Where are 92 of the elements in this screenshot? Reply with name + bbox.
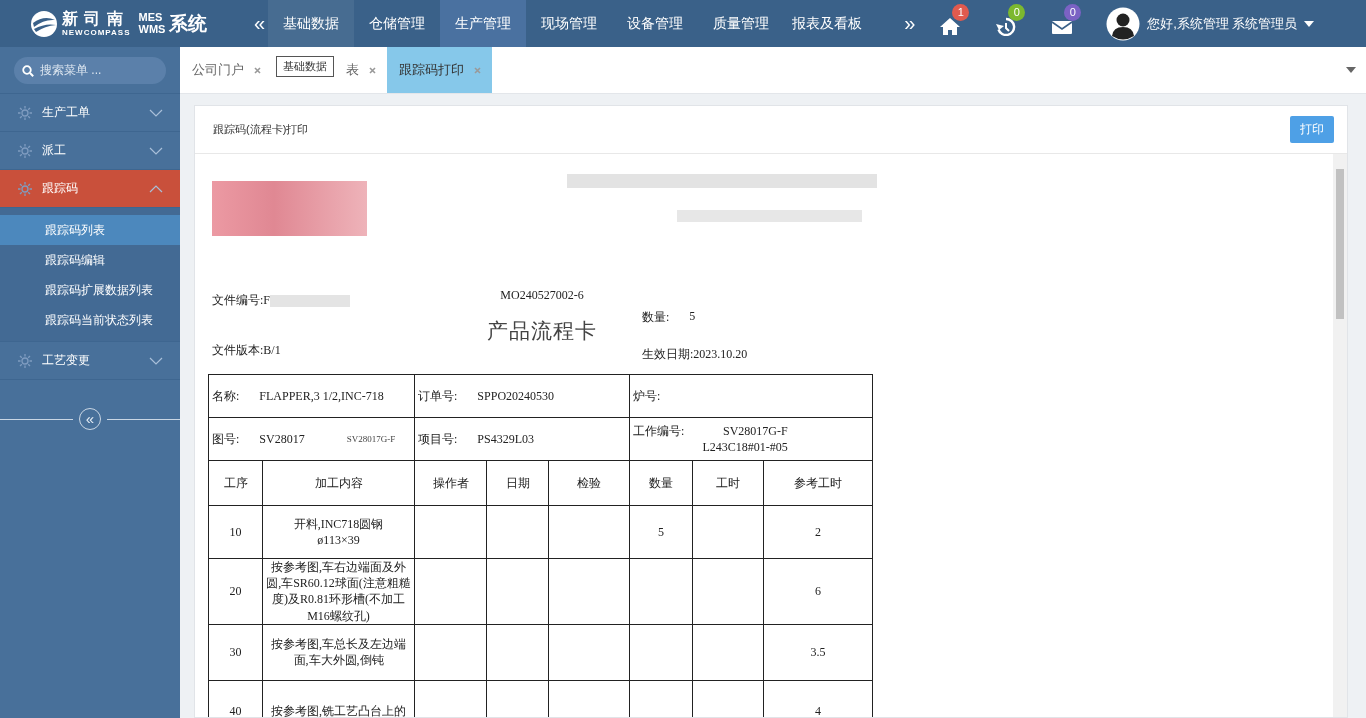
field-label: 名称:	[212, 387, 240, 405]
quantity-value: 5	[689, 309, 696, 325]
sidebar-item-label: 工艺变更	[42, 352, 91, 369]
user-name[interactable]: 您好,系统管理 系统管理员	[1147, 14, 1298, 33]
table-cell: 10	[208, 505, 263, 559]
table-cell: 按参考图,车总长及左边端面,车大外圆,倒钝	[262, 624, 415, 681]
nav-menu-item[interactable]: 现场管理	[526, 0, 613, 47]
gear-icon	[17, 142, 33, 159]
logo-subtitle: NEWCOMPASS	[62, 28, 131, 37]
gear-icon	[17, 104, 33, 121]
history-icon[interactable]	[995, 15, 1018, 36]
nav-menu-item[interactable]: 仓储管理	[354, 0, 441, 47]
column-header: 数量	[629, 460, 693, 506]
sidebar-subitem[interactable]: 跟踪码扩展数据列表	[0, 275, 180, 305]
tab-label: 跟踪码打印	[399, 61, 464, 79]
scroll-left-button[interactable]: «	[248, 0, 269, 47]
scroll-right-button[interactable]: »	[898, 0, 919, 47]
table-cell: 按参考图,车右边端面及外圆,车SR60.12球面(注意粗糙度)及R0.81环形槽(不加工M16螺纹孔)	[262, 558, 415, 625]
count-badge: 0	[1008, 4, 1026, 21]
sidebar-item-label: 跟踪码	[42, 180, 79, 197]
logo-text: MES	[138, 11, 164, 24]
chevron-down-icon	[149, 146, 163, 155]
field-value: SV28017G-F	[346, 432, 396, 446]
table-cell: 30	[208, 624, 263, 681]
search-field[interactable]: 搜索菜单 ...	[14, 56, 166, 84]
table-cell: 3.5	[763, 624, 873, 681]
logo-text: WMS	[138, 23, 166, 36]
field-label: 订单号:	[418, 387, 458, 405]
tab-label: 表	[346, 61, 359, 79]
gear-icon	[17, 180, 33, 197]
table-cell: 40	[208, 680, 263, 717]
logo-icon	[30, 9, 58, 38]
table-cell: 20	[208, 558, 263, 625]
nav-menu-item[interactable]: 生产管理	[440, 0, 527, 47]
home-icon[interactable]	[939, 15, 962, 36]
nav-menu-item[interactable]: 质量管理	[698, 0, 785, 47]
tab[interactable]: 跟踪码打印	[387, 47, 492, 93]
field-label: 工作编号:	[633, 422, 685, 439]
column-header: 检验	[548, 460, 630, 506]
nav-menu-item[interactable]: 基础数据	[268, 0, 355, 47]
column-header: 加工内容	[262, 460, 415, 506]
order-code: MO240527002-6	[500, 288, 584, 303]
field-label: 图号:	[212, 430, 240, 448]
tooltip: 基础数据	[276, 56, 334, 77]
column-header: 日期	[486, 460, 549, 506]
logo-text: 系统	[169, 11, 208, 36]
logo-text: 新 司 南	[62, 10, 125, 27]
count-badge: 0	[1064, 4, 1082, 21]
column-header: 参考工时	[763, 460, 873, 506]
sidebar-subitem[interactable]: 跟踪码当前状态列表	[0, 305, 180, 335]
tab-label: 公司门户	[192, 61, 244, 79]
table-cell: 开料,INC718圆钢 ø113×39	[262, 505, 415, 559]
close-icon[interactable]	[369, 64, 376, 76]
sidebar-item-label: 生产工单	[42, 104, 91, 121]
field-value: PS4329L03	[477, 430, 535, 448]
sidebar-subitem[interactable]: 跟踪码编辑	[0, 245, 180, 275]
document-title: 产品流程卡	[487, 318, 597, 345]
effective-date: 生效日期:2023.10.20	[642, 346, 749, 363]
tab[interactable]: 基础数据 表	[272, 47, 387, 93]
chevron-down-icon	[149, 108, 163, 117]
nav-menu-item[interactable]: 报表及看板	[784, 0, 871, 47]
field-label: 项目号:	[418, 430, 458, 448]
avatar-icon[interactable]	[1106, 6, 1141, 41]
sidebar-item[interactable]: 跟踪码	[0, 170, 180, 208]
field-label: 炉号:	[633, 387, 661, 405]
gear-icon	[17, 352, 33, 369]
column-header: 工序	[208, 460, 263, 506]
panel-title: 跟踪码(流程卡)打印	[213, 122, 309, 137]
count-badge: 1	[952, 4, 970, 21]
table-cell: 2	[763, 505, 873, 559]
column-header: 操作者	[414, 460, 487, 506]
table-cell: 5	[629, 505, 693, 559]
field-value: SV28017G-F	[723, 422, 788, 439]
sidebar-subitem[interactable]: 跟踪码列表	[0, 215, 180, 245]
field-value: SPPO20240530	[477, 387, 555, 405]
quantity-label: 数量:	[642, 309, 670, 326]
field-value: FLAPPER,3 1/2,INC-718	[259, 387, 384, 405]
chevron-up-icon	[149, 184, 163, 193]
caret-icon[interactable]	[1346, 67, 1356, 73]
file-version: 文件版本:B/1	[212, 342, 282, 359]
chevron-down-icon	[149, 356, 163, 365]
table-cell: 6	[763, 558, 873, 625]
field-value: L243C18#01-#05	[702, 439, 788, 456]
field-value: SV28017	[259, 430, 305, 448]
nav-menu-item[interactable]: 设备管理	[612, 0, 699, 47]
column-header: 工时	[692, 460, 764, 506]
file-number-label: 文件编号:F	[212, 292, 270, 309]
scrollbar[interactable]	[1333, 154, 1347, 717]
caret-icon[interactable]	[1304, 20, 1315, 27]
tab[interactable]: 公司门户	[180, 47, 272, 93]
sidebar-item-label: 派工	[42, 142, 67, 159]
close-icon[interactable]	[254, 64, 261, 76]
